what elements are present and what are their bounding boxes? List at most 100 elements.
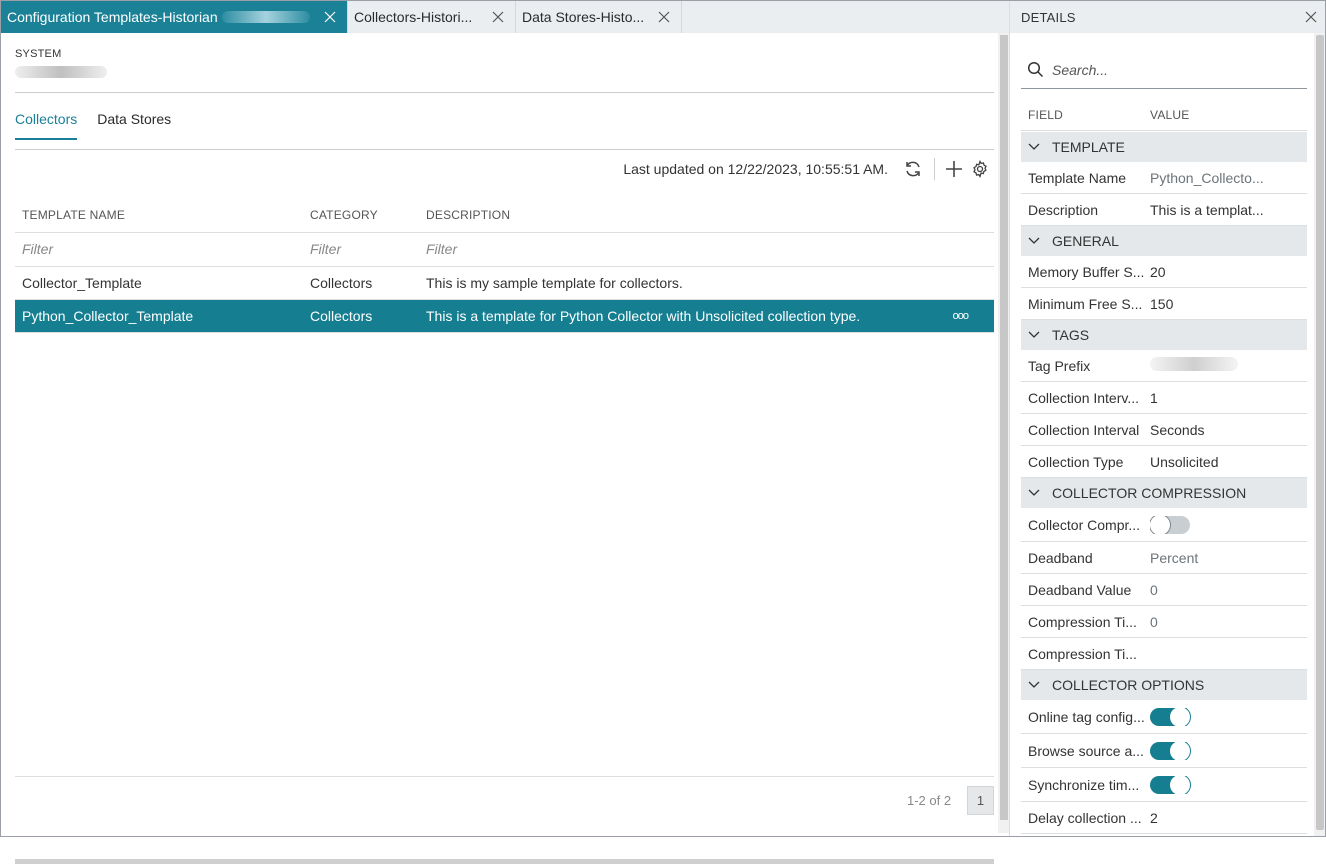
filter-row: Filter Filter Filter [15, 232, 994, 266]
footer-divider [15, 776, 994, 777]
field-name: Memory Buffer S... [1028, 263, 1145, 280]
section-collector-options[interactable]: COLLECTOR OPTIONS [1021, 670, 1307, 700]
chevron-down-icon [1028, 328, 1042, 342]
tab-configuration-templates[interactable]: Configuration Templates-Historian [1, 1, 348, 33]
close-icon[interactable] [489, 8, 507, 26]
details-panel: DETAILS FIELD VALUE TEMPLATE Template Na… [1009, 1, 1325, 836]
page-button[interactable]: 1 [967, 786, 994, 815]
toggle-knob [1169, 707, 1191, 726]
detail-row: Memory Buffer S... 20 [1021, 256, 1307, 288]
chevron-down-icon [1028, 486, 1042, 500]
redacted-system-name [221, 11, 310, 23]
tab-label: Collectors-Histori... [354, 9, 473, 25]
close-icon[interactable] [321, 8, 339, 26]
section-general[interactable]: GENERAL [1021, 226, 1307, 256]
section-tags[interactable]: TAGS [1021, 320, 1307, 350]
vertical-scrollbar-thumb[interactable] [1000, 35, 1008, 820]
column-header-description[interactable]: DESCRIPTION [419, 198, 934, 232]
search-icon [1027, 61, 1044, 78]
field-name: Synchronize tim... [1028, 776, 1140, 793]
value-header: VALUE [1150, 107, 1190, 122]
field-name: Template Name [1028, 169, 1127, 186]
table-header-row: TEMPLATE NAME CATEGORY DESCRIPTION [15, 198, 994, 232]
gear-icon[interactable] [967, 156, 993, 182]
column-header-category[interactable]: CATEGORY [303, 198, 419, 232]
templates-table: TEMPLATE NAME CATEGORY DESCRIPTION Filte… [15, 198, 994, 333]
tab-collectors[interactable]: Collectors-Histori... [348, 1, 516, 33]
field-header: FIELD [1028, 107, 1064, 122]
chevron-down-icon [1028, 678, 1042, 692]
section-collector-compression[interactable]: COLLECTOR COMPRESSION [1021, 478, 1307, 508]
detail-row: Tag Prefix [1021, 350, 1307, 382]
field-value: Python_Collecto... [1150, 169, 1264, 186]
toggle-knob [1169, 741, 1191, 760]
field-value [1150, 515, 1307, 534]
field-value: 20 [1150, 263, 1166, 280]
grid-toolbar: Last updated on 12/22/2023, 10:55:51 AM. [623, 156, 993, 182]
cell-template-name: Python_Collector_Template [15, 299, 303, 332]
column-header-template-name[interactable]: TEMPLATE NAME [15, 198, 303, 232]
filter-description[interactable]: Filter [419, 232, 934, 266]
refresh-icon[interactable] [900, 156, 926, 182]
section-title: GENERAL [1052, 233, 1119, 249]
field-value: 0 [1150, 581, 1158, 598]
table-row-selected[interactable]: Python_Collector_Template Collectors Thi… [15, 299, 994, 332]
detail-row: Compression Ti... [1021, 638, 1307, 670]
section-template[interactable]: TEMPLATE [1021, 132, 1307, 162]
redacted-system-value [15, 66, 107, 78]
filter-actions [934, 232, 994, 266]
last-updated-text: Last updated on 12/22/2023, 10:55:51 AM. [623, 161, 888, 177]
field-name: Deadband Value [1028, 581, 1132, 598]
detail-row: Template Name Python_Collecto... [1021, 162, 1307, 194]
details-title: DETAILS [1021, 9, 1076, 25]
subtab-collectors[interactable]: Collectors [15, 111, 78, 140]
detail-row: Collection Interval Seconds [1021, 414, 1307, 446]
detail-row: Browse source a... [1021, 734, 1307, 768]
cell-template-name: Collector_Template [22, 274, 142, 291]
field-name: Online tag config... [1028, 708, 1145, 725]
close-icon[interactable] [1301, 7, 1321, 27]
field-value [1150, 707, 1307, 726]
field-name: Delay collection ... [1028, 809, 1142, 826]
filter-category[interactable]: Filter [303, 232, 419, 266]
field-name: Collection Interval [1028, 421, 1140, 438]
field-value: 1 [1150, 389, 1158, 406]
field-value: 0 [1150, 613, 1158, 630]
synchronize-time-toggle[interactable] [1150, 775, 1191, 794]
browse-source-toggle[interactable] [1150, 741, 1191, 760]
row-menu-icon[interactable]: ooo [934, 299, 994, 332]
tab-data-stores[interactable]: Data Stores-Histo... [516, 1, 682, 33]
field-name: Tag Prefix [1028, 357, 1091, 374]
field-value-redacted [1150, 357, 1307, 374]
details-scrollbar-thumb[interactable] [1316, 35, 1324, 830]
main-content: SYSTEM Collectors Data Stores Last updat… [1, 33, 998, 864]
field-name: Compression Ti... [1028, 613, 1137, 630]
column-header-actions [934, 198, 994, 232]
tab-label: Data Stores-Histo... [522, 9, 645, 25]
field-name: Description [1028, 201, 1099, 218]
redacted-value [1150, 357, 1238, 371]
subtab-data-stores[interactable]: Data Stores [97, 111, 171, 140]
field-name: Compression Ti... [1028, 645, 1137, 662]
field-value: This is a templat... [1150, 201, 1264, 218]
add-icon[interactable] [941, 156, 967, 182]
search-input[interactable] [1052, 61, 1292, 78]
field-name: Collection Interv... [1028, 389, 1140, 406]
tab-bar: Configuration Templates-Historian Collec… [1, 1, 1009, 33]
section-title: COLLECTOR OPTIONS [1052, 677, 1205, 693]
horizontal-scrollbar[interactable] [15, 859, 994, 864]
detail-row: Deadband Value 0 [1021, 574, 1307, 606]
detail-row: Description This is a templat... [1021, 194, 1307, 226]
system-label: SYSTEM [15, 48, 62, 60]
detail-row: Collector Compr... [1021, 508, 1307, 542]
close-icon[interactable] [655, 8, 673, 26]
detail-row: Compression Ti... 0 [1021, 606, 1307, 638]
table-row[interactable]: Collector_Template Collectors This is my… [15, 266, 994, 299]
filter-template-name[interactable]: Filter [15, 232, 303, 266]
online-tag-config-toggle[interactable] [1150, 707, 1191, 726]
cell-description: This is my sample template for collector… [426, 274, 683, 291]
pagination-info: 1-2 of 2 [907, 793, 952, 808]
collector-compression-toggle[interactable] [1150, 515, 1190, 534]
details-column-header: FIELD VALUE [1021, 99, 1307, 131]
field-name: Minimum Free S... [1028, 295, 1143, 312]
